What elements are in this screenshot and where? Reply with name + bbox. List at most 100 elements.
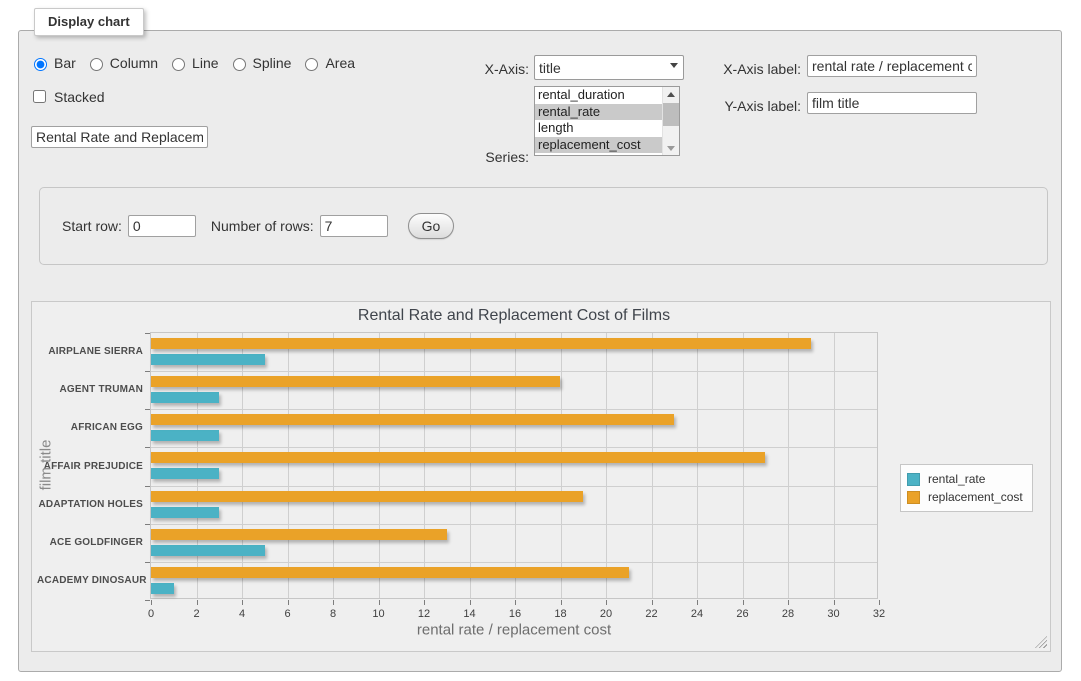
category-label: AIRPLANE SIERRA bbox=[37, 346, 143, 357]
y-tick-mark bbox=[145, 333, 150, 334]
grid-line-horizontal bbox=[151, 447, 877, 448]
x-tick-mark bbox=[561, 600, 562, 605]
grid-line-vertical bbox=[834, 333, 835, 598]
x-axis-label-label: X-Axis label: bbox=[695, 61, 801, 77]
y-tick-mark bbox=[145, 524, 150, 525]
x-tick-label: 20 bbox=[591, 608, 621, 620]
x-tick-mark bbox=[424, 600, 425, 605]
x-tick-mark bbox=[379, 600, 380, 605]
category-label: AFRICAN EGG bbox=[37, 422, 143, 433]
x-tick-label: 14 bbox=[455, 608, 485, 620]
chart-title-input[interactable] bbox=[31, 126, 208, 148]
chart-type-label-area: Area bbox=[325, 55, 355, 71]
chart-panel: Rental Rate and Replacement Cost of Film… bbox=[31, 301, 1051, 652]
grid-line-vertical bbox=[288, 333, 289, 598]
scrollbar-thumb[interactable] bbox=[663, 103, 679, 126]
bar-replacement_cost bbox=[151, 338, 811, 349]
grid-line-vertical bbox=[652, 333, 653, 598]
grid-line-vertical bbox=[515, 333, 516, 598]
x-tick-label: 24 bbox=[682, 608, 712, 620]
grid-line-vertical bbox=[743, 333, 744, 598]
chart-type-label-column: Column bbox=[110, 55, 158, 71]
row-controls-panel: Start row: Number of rows: Go bbox=[39, 187, 1048, 265]
legend-swatch-rental_rate bbox=[907, 473, 920, 486]
x-tick-label: 32 bbox=[864, 608, 894, 620]
bar-replacement_cost bbox=[151, 491, 583, 502]
legend-entry-replacement_cost: replacement_cost bbox=[907, 488, 1023, 506]
stacked-row: Stacked bbox=[29, 87, 105, 106]
start-row-label: Start row: bbox=[62, 218, 122, 234]
legend-label-rental_rate: rental_rate bbox=[928, 472, 985, 486]
chart-type-label-bar: Bar bbox=[54, 55, 76, 71]
y-tick-mark bbox=[145, 486, 150, 487]
chart-type-radio-column[interactable] bbox=[90, 58, 103, 71]
display-chart-fieldset: Display chart BarColumnLineSplineArea St… bbox=[18, 30, 1062, 672]
legend-swatch-replacement_cost bbox=[907, 491, 920, 504]
x-tick-label: 28 bbox=[773, 608, 803, 620]
x-tick-mark bbox=[788, 600, 789, 605]
series-option-rental_rate[interactable]: rental_rate bbox=[535, 104, 662, 121]
y-axis-label-input[interactable] bbox=[807, 92, 977, 114]
chart-type-label-line: Line bbox=[192, 55, 218, 71]
x-axis-select[interactable]: title bbox=[534, 55, 684, 80]
y-tick-mark bbox=[145, 562, 150, 563]
go-button[interactable]: Go bbox=[408, 213, 455, 239]
chart-type-option-bar: Bar bbox=[29, 55, 76, 71]
chart-x-axis-label: rental rate / replacement cost bbox=[417, 622, 611, 639]
grid-line-vertical bbox=[561, 333, 562, 598]
series-option-replacement_cost[interactable]: replacement_cost bbox=[535, 137, 662, 154]
series-listbox[interactable]: rental_durationrental_ratelengthreplacem… bbox=[534, 86, 680, 156]
x-tick-label: 18 bbox=[546, 608, 576, 620]
x-tick-mark bbox=[333, 600, 334, 605]
grid-line-horizontal bbox=[151, 524, 877, 525]
stacked-label: Stacked bbox=[54, 89, 105, 105]
y-tick-mark bbox=[145, 371, 150, 372]
x-axis-select-wrap: title bbox=[534, 55, 684, 80]
resize-handle-icon[interactable] bbox=[1035, 636, 1047, 648]
x-tick-mark bbox=[834, 600, 835, 605]
x-tick-mark bbox=[743, 600, 744, 605]
series-option-length[interactable]: length bbox=[535, 120, 662, 137]
y-tick-mark bbox=[145, 409, 150, 410]
grid-line-vertical bbox=[606, 333, 607, 598]
row-controls-row: Start row: Number of rows: Go bbox=[62, 213, 454, 239]
chart-type-radio-area[interactable] bbox=[305, 58, 318, 71]
x-tick-label: 26 bbox=[728, 608, 758, 620]
y-tick-mark bbox=[145, 447, 150, 448]
number-of-rows-label: Number of rows: bbox=[211, 218, 314, 234]
x-tick-mark bbox=[697, 600, 698, 605]
x-tick-label: 6 bbox=[273, 608, 303, 620]
x-tick-mark bbox=[515, 600, 516, 605]
grid-line-vertical bbox=[379, 333, 380, 598]
grid-line-vertical bbox=[788, 333, 789, 598]
x-tick-label: 22 bbox=[637, 608, 667, 620]
bar-rental_rate bbox=[151, 468, 219, 479]
bar-rental_rate bbox=[151, 583, 174, 594]
chart-type-radio-bar[interactable] bbox=[34, 58, 47, 71]
bar-replacement_cost bbox=[151, 452, 765, 463]
scroll-down-icon[interactable] bbox=[663, 140, 679, 155]
scroll-up-icon[interactable] bbox=[663, 87, 679, 102]
y-tick-mark bbox=[145, 600, 150, 601]
x-tick-label: 30 bbox=[819, 608, 849, 620]
plot-area: 02468101214161820222426283032AIRPLANE SI… bbox=[150, 332, 878, 599]
x-tick-label: 2 bbox=[182, 608, 212, 620]
chart-type-radio-group: Bar Column Line Spline Area bbox=[29, 55, 355, 71]
bar-rental_rate bbox=[151, 507, 219, 518]
stacked-checkbox[interactable] bbox=[33, 90, 46, 103]
page: Display chart BarColumnLineSplineArea St… bbox=[0, 0, 1081, 681]
x-axis-label-input[interactable] bbox=[807, 55, 977, 77]
chart-type-radio-line[interactable] bbox=[172, 58, 185, 71]
grid-line-horizontal bbox=[151, 486, 877, 487]
x-tick-label: 10 bbox=[364, 608, 394, 620]
chart-type-label-spline: Spline bbox=[253, 55, 292, 71]
chart-type-radio-spline[interactable] bbox=[233, 58, 246, 71]
x-tick-mark bbox=[470, 600, 471, 605]
number-of-rows-input[interactable] bbox=[320, 215, 388, 237]
series-option-rental_duration[interactable]: rental_duration bbox=[535, 87, 662, 104]
start-row-input[interactable] bbox=[128, 215, 196, 237]
x-tick-mark bbox=[606, 600, 607, 605]
x-tick-label: 12 bbox=[409, 608, 439, 620]
chart-type-option-line: Line bbox=[167, 55, 218, 71]
listbox-scrollbar[interactable] bbox=[662, 87, 679, 155]
